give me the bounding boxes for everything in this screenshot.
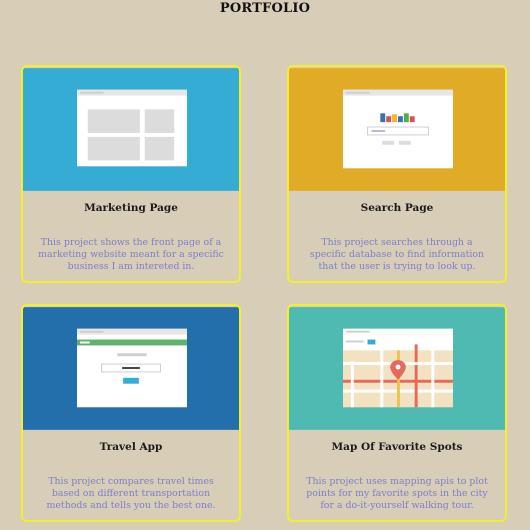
project-title: Marketing Page [84, 202, 178, 214]
project-card-map-of-favorite-spots[interactable]: Map Of Favorite Spots This project uses … [287, 304, 507, 522]
project-card-travel-app[interactable]: Travel App This project compares travel … [21, 304, 241, 522]
project-description: This project uses mapping apis to plot p… [306, 476, 488, 511]
map-thumbnail[interactable] [289, 306, 505, 431]
marketing-page-thumbnail[interactable] [23, 67, 239, 192]
project-title: Search Page [360, 202, 434, 214]
project-card-marketing-page[interactable]: Marketing Page This project shows the fr… [21, 65, 241, 283]
travel-app-thumbnail[interactable] [23, 306, 239, 431]
page-title: PORTFOLIO [219, 1, 311, 16]
project-description: This project compares travel times based… [46, 476, 216, 511]
search-page-thumbnail[interactable] [289, 67, 505, 192]
project-card-search-page[interactable]: Search Page This project searches throug… [287, 65, 507, 283]
project-title: Travel App [99, 441, 163, 453]
project-title: Map Of Favorite Spots [331, 441, 463, 453]
project-description: This project shows the front page of a m… [38, 237, 224, 272]
project-description: This project searches through a specific… [309, 237, 485, 272]
